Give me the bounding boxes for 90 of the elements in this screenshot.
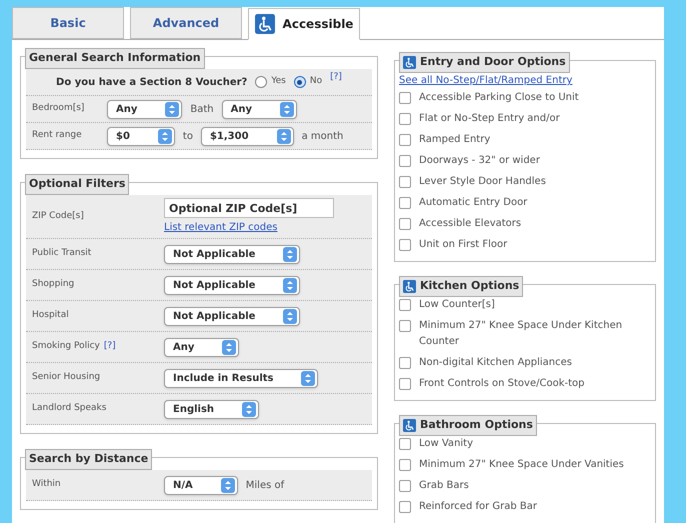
checkbox[interactable]	[399, 155, 411, 167]
help-link[interactable]: [?]	[104, 340, 116, 354]
stepper-icon	[220, 478, 235, 492]
dropdown[interactable]: $1,300	[200, 126, 294, 146]
checkbox[interactable]	[399, 459, 411, 471]
radio-button[interactable]	[255, 76, 268, 88]
field-text: to	[182, 130, 193, 144]
checkbox[interactable]	[399, 197, 411, 209]
checkbox-label: Automatic Entry Door	[419, 196, 528, 210]
checkbox[interactable]	[399, 501, 411, 513]
checkbox-label: Ramped Entry	[419, 133, 490, 147]
radio-label: Yes	[271, 75, 286, 88]
dropdown[interactable]: Not Applicable	[164, 276, 300, 294]
entry-options-link[interactable]: See all No-Step/Flat/Ramped Entry	[399, 73, 651, 88]
dropdown[interactable]: Not Applicable	[164, 244, 300, 264]
stepper-icon	[242, 402, 256, 416]
field-label: Rent range	[32, 129, 82, 142]
field-label: Public Transit	[32, 247, 92, 260]
radio-button[interactable]	[294, 76, 306, 88]
stepper-icon	[158, 128, 172, 144]
tab[interactable]: Accessible	[248, 8, 360, 40]
section-legend: Search by Distance	[25, 449, 152, 470]
section-legend: General Search Information	[25, 48, 205, 68]
checkbox-label: Non-digital Kitchen Appliances	[419, 356, 572, 370]
checkbox-label: Front Controls on Stove/Cook-top	[419, 377, 584, 391]
checkbox[interactable]	[399, 218, 411, 230]
zip-code-field[interactable]: Optional ZIP Code[s]	[164, 198, 334, 218]
stepper-icon	[276, 128, 291, 144]
section-legend: Entry and Door Options	[399, 52, 570, 72]
voucher-question: Do you have a Section 8 Voucher?	[56, 76, 248, 90]
checkbox[interactable]	[399, 239, 411, 251]
field-text: Bath	[190, 102, 214, 116]
field-label: Smoking Policy	[32, 340, 100, 354]
dropdown[interactable]: Not Applicable	[164, 306, 300, 326]
checkbox-label: Accessible Elevators	[419, 217, 522, 231]
section-legend: Optional Filters	[25, 174, 130, 194]
checkbox-label: Reinforced for Grab Bar	[419, 500, 538, 514]
field-label: Shopping	[32, 278, 74, 292]
checkbox-label: Grab Bars	[419, 479, 469, 493]
wheelchair-icon	[403, 280, 416, 293]
checkbox[interactable]	[399, 299, 411, 311]
tab[interactable]: Advanced	[130, 7, 242, 39]
stepper-icon	[283, 278, 298, 292]
stepper-icon	[222, 340, 236, 354]
dropdown[interactable]: Any	[107, 100, 182, 118]
stepper-icon	[283, 308, 298, 324]
dropdown[interactable]: English	[164, 400, 260, 418]
checkbox-label: Accessible Parking Close to Unit	[419, 91, 579, 105]
checkbox[interactable]	[399, 357, 411, 369]
dropdown[interactable]: Include in Results	[164, 368, 318, 388]
field-label: Hospital	[32, 309, 69, 322]
stepper-icon	[280, 102, 294, 116]
help-link[interactable]: [?]	[330, 71, 342, 85]
checkbox[interactable]	[399, 480, 411, 492]
checkbox[interactable]	[399, 320, 411, 332]
checkbox-label: Lever Style Door Handles	[419, 175, 546, 189]
checkbox[interactable]	[399, 378, 411, 390]
checkbox-label: Low Counter[s]	[419, 298, 495, 312]
stepper-icon	[301, 370, 316, 386]
stepper-icon	[165, 102, 180, 116]
zip-codes-link[interactable]: List relevant ZIP codes	[164, 220, 366, 235]
field-label: Within	[32, 478, 61, 492]
field-text: Miles of	[246, 478, 284, 492]
dropdown[interactable]: $0	[107, 126, 175, 146]
section-legend: Kitchen Options	[399, 276, 524, 296]
checkbox[interactable]	[399, 176, 411, 188]
dropdown[interactable]: Any	[164, 338, 240, 356]
tab[interactable]: Basic	[12, 7, 124, 39]
checkbox[interactable]	[399, 438, 411, 450]
field-label: ZIP Code[s]	[32, 210, 84, 223]
checkbox-label: Unit on First Floor	[419, 238, 508, 252]
field-text: a month	[302, 130, 344, 144]
checkbox-label: Flat or No-Step Entry and/or	[419, 112, 560, 126]
checkbox-label: Minimum 27" Knee Space Under Vanities	[419, 458, 624, 472]
checkbox[interactable]	[399, 92, 411, 104]
field-label: Senior Housing	[32, 371, 100, 384]
wheelchair-icon	[403, 418, 416, 432]
checkbox[interactable]	[399, 113, 411, 125]
field-label: Bedroom[s]	[32, 102, 84, 116]
checkbox[interactable]	[399, 134, 411, 146]
radio-label: No	[310, 75, 322, 88]
wheelchair-icon	[403, 56, 416, 69]
stepper-icon	[283, 246, 298, 262]
field-label: Landlord Speaks	[32, 402, 106, 416]
checkbox-label: Doorways - 32" or wider	[419, 154, 540, 168]
dropdown[interactable]: Any	[222, 100, 298, 118]
checkbox-label: Minimum 27" Knee Space Under Kitchen Counter	[419, 319, 624, 349]
section-legend: Bathroom Options	[399, 415, 537, 436]
checkbox-label: Low Vanity	[419, 437, 474, 451]
dropdown[interactable]: N/A	[164, 476, 238, 494]
